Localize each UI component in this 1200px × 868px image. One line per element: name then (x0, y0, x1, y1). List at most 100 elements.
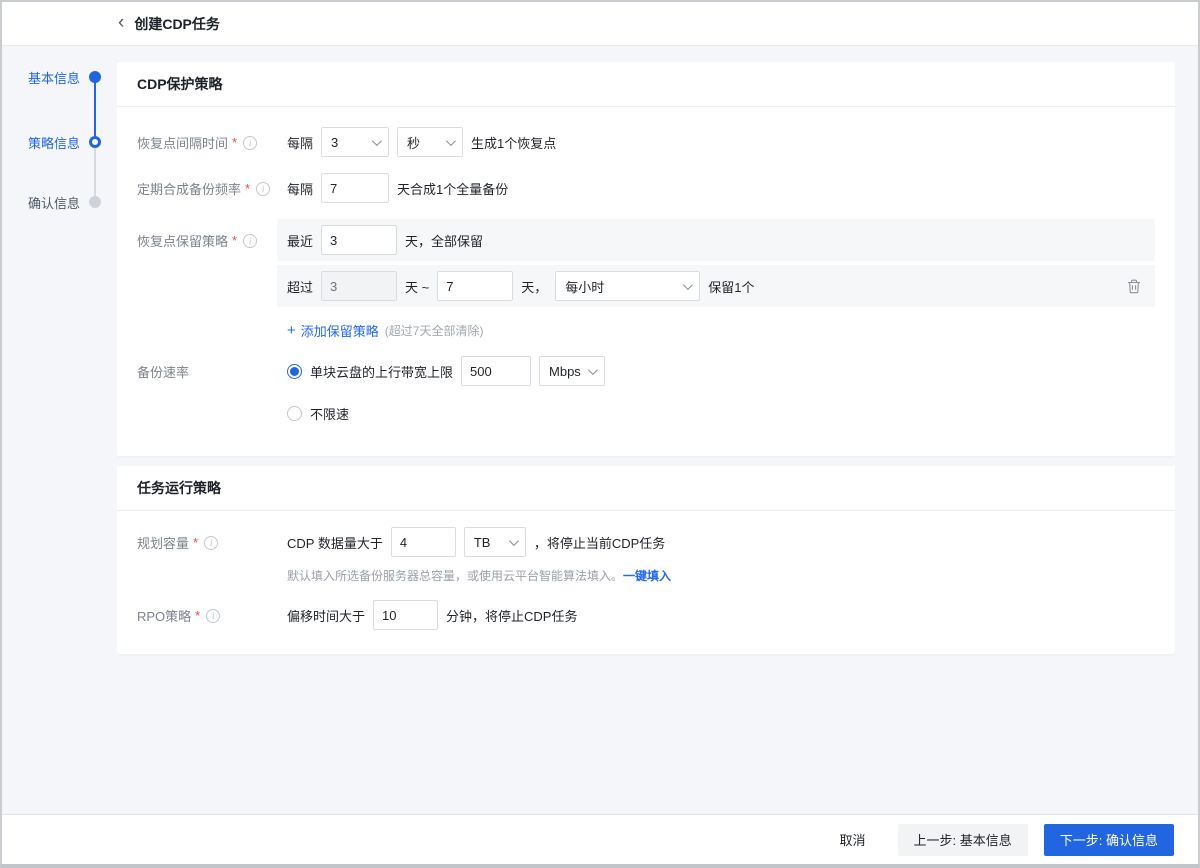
rpo-minutes-input[interactable] (373, 600, 438, 630)
panel-body: 恢复点间隔时间 * i 每隔 3 秒 (117, 107, 1175, 456)
plus-icon: + (287, 323, 296, 338)
footer-bar: 取消 上一步: 基本信息 下一步: 确认信息 (2, 814, 1198, 864)
prev-step-button[interactable]: 上一步: 基本信息 (898, 824, 1028, 856)
suffix-text: 天，全部保留 (405, 231, 483, 250)
rate-unit-select[interactable]: Mbps (539, 356, 605, 386)
synthetic-days-input[interactable] (321, 173, 389, 203)
rpo-policy-label: RPO策略*i (137, 600, 287, 625)
rate-limit-input[interactable] (461, 356, 531, 386)
content-area: 基本信息 策略信息 确认信息 CDP保护策略 (2, 46, 1198, 814)
rate-unlimited-option[interactable]: 不限速 (287, 398, 1155, 428)
suffix-text: 生成1个恢复点 (471, 133, 556, 152)
retention-to-days-input[interactable] (437, 271, 513, 301)
back-icon[interactable]: ‹ (118, 13, 124, 32)
planned-capacity-label: 规划容量*i (137, 527, 287, 552)
backup-rate-label: 备份速率 (137, 356, 287, 381)
retention-policy-controls: 最近 天，全部保留 超过 天 ~ 天， (287, 219, 1155, 340)
radio-selected-icon[interactable] (287, 364, 302, 379)
separator-text: 天 ~ (405, 277, 429, 296)
next-step-button[interactable]: 下一步: 确认信息 (1044, 824, 1174, 856)
step-basic-info[interactable]: 基本信息 (28, 67, 101, 87)
info-icon[interactable]: i (256, 182, 270, 196)
option-label: 单块云盘的上行带宽上限 (310, 362, 453, 381)
suffix-text: 天合成1个全量备份 (397, 179, 508, 198)
prefix-text: 每隔 (287, 179, 313, 198)
capacity-helper: 默认填入所选备份服务器总容量，或使用云平台智能算法填入。一键填入 (287, 567, 1155, 584)
planned-capacity-row: 规划容量*i CDP 数据量大于 TB ，将停止当前CDP任务 (137, 527, 1155, 584)
step-policy-info[interactable]: 策略信息 (28, 132, 101, 152)
step-dot-filled (89, 71, 101, 83)
prefix-text: 超过 (287, 277, 313, 296)
info-icon[interactable]: i (243, 136, 257, 150)
main-column: CDP保护策略 恢复点间隔时间 * i 每隔 3 (117, 46, 1175, 814)
panel-title: 任务运行策略 (137, 478, 221, 498)
step-confirm-info[interactable]: 确认信息 (28, 192, 101, 212)
prefix-text: 最近 (287, 231, 313, 250)
delete-retention-button[interactable] (1127, 279, 1141, 294)
label-text: 备份速率 (137, 362, 189, 381)
capacity-value-input[interactable] (391, 527, 456, 557)
suffix-text: 保留1个 (708, 277, 754, 296)
select-value: TB (474, 535, 491, 550)
topbar: ‹ 创建CDP任务 (2, 2, 1198, 46)
create-cdp-task-window: ‹ 创建CDP任务 基本信息 策略信息 确认信息 (0, 0, 1200, 868)
panel-header: CDP保护策略 (117, 62, 1175, 107)
retention-note: (超过7天全部清除) (385, 322, 484, 339)
chevron-down-icon (372, 136, 382, 146)
prefix-text: 每隔 (287, 133, 313, 152)
info-icon[interactable]: i (243, 234, 257, 248)
add-retention-policy-link[interactable]: + 添加保留策略 (287, 321, 379, 340)
select-value: 每小时 (565, 277, 604, 296)
recovery-interval-label: 恢复点间隔时间 * i (137, 127, 287, 152)
chevron-down-icon (588, 365, 598, 375)
retention-from-days-input (321, 271, 397, 301)
step-dot-pending (89, 196, 101, 208)
interval-unit-select[interactable]: 秒 (397, 127, 463, 157)
cancel-button[interactable]: 取消 (826, 824, 880, 856)
link-text: 添加保留策略 (301, 321, 379, 340)
rpo-policy-controls: 偏移时间大于 分钟，将停止CDP任务 (287, 600, 1155, 630)
step-label: 确认信息 (28, 193, 80, 212)
panel-title: CDP保护策略 (137, 74, 223, 94)
synthetic-frequency-controls: 每隔 天合成1个全量备份 (287, 173, 1155, 203)
add-retention-line: + 添加保留策略 (超过7天全部清除) (287, 321, 1155, 340)
panel-body: 规划容量*i CDP 数据量大于 TB ，将停止当前CDP任务 (117, 511, 1175, 654)
capacity-unit-select[interactable]: TB (464, 527, 526, 557)
interval-value-select[interactable]: 3 (321, 127, 389, 157)
retention-frequency-select[interactable]: 每小时 (555, 271, 700, 301)
synthetic-frequency-label: 定期合成备份频率 * i (137, 173, 287, 198)
required-mark: * (245, 181, 250, 196)
recovery-interval-row: 恢复点间隔时间 * i 每隔 3 秒 (137, 127, 1155, 157)
cdp-protection-panel: CDP保护策略 恢复点间隔时间 * i 每隔 3 (117, 62, 1175, 456)
prefix-text: CDP 数据量大于 (287, 533, 383, 552)
info-icon[interactable]: i (204, 536, 218, 550)
option-label: 不限速 (310, 404, 349, 423)
info-icon[interactable]: i (206, 609, 220, 623)
retention-policy-row: 恢复点保留策略 * i 最近 天，全部保留 超过 天 ~ (137, 219, 1155, 340)
label-text: 恢复点间隔时间 (137, 133, 228, 152)
planned-capacity-controls: CDP 数据量大于 TB ，将停止当前CDP任务 默认填入所选备份服务器总容量，… (287, 527, 1155, 584)
label-text: 定期合成备份频率 (137, 179, 241, 198)
suffix-text: ，将停止当前CDP任务 (534, 533, 665, 552)
select-value: 秒 (407, 133, 420, 152)
retention-beyond-band: 超过 天 ~ 天， 每小时 保留1个 (277, 265, 1155, 307)
synthetic-frequency-row: 定期合成备份频率 * i 每隔 天合成1个全量备份 (137, 173, 1155, 203)
rate-limit-option[interactable]: 单块云盘的上行带宽上限 Mbps (287, 356, 1155, 386)
prefix-text: 偏移时间大于 (287, 606, 365, 625)
label-text: 规划容量 (137, 533, 189, 552)
step-dot-current (89, 136, 101, 148)
radio-unselected-icon[interactable] (287, 406, 302, 421)
required-mark: * (232, 233, 237, 248)
select-value: 3 (331, 135, 338, 150)
retention-policy-label: 恢复点保留策略 * i (137, 219, 287, 250)
retention-recent-band: 最近 天，全部保留 (277, 219, 1155, 261)
required-mark: * (232, 135, 237, 150)
label-text: 恢复点保留策略 (137, 231, 228, 250)
rpo-policy-row: RPO策略*i 偏移时间大于 分钟，将停止CDP任务 (137, 600, 1155, 630)
backup-rate-row: 备份速率 单块云盘的上行带宽上限 Mbps (137, 356, 1155, 428)
chevron-down-icon (509, 536, 519, 546)
retention-recent-days-input[interactable] (321, 225, 397, 255)
step-label: 基本信息 (28, 68, 80, 87)
backup-rate-controls: 单块云盘的上行带宽上限 Mbps 不限速 (287, 356, 1155, 428)
one-click-fill-link[interactable]: 一键填入 (623, 569, 671, 583)
